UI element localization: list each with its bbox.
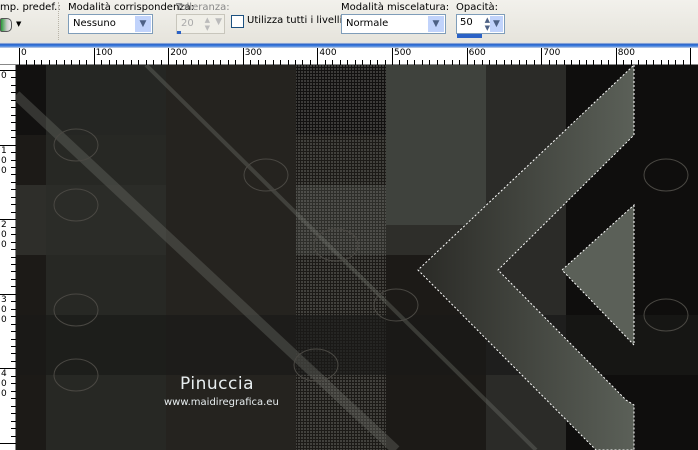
ruler-tick — [0, 443, 16, 444]
preset-label: mp. predef.: — [0, 2, 61, 13]
ruler-tick — [317, 48, 319, 65]
ruler-label: 300 — [244, 48, 262, 58]
match-mode-select[interactable]: Nessuno ▼ — [68, 14, 153, 34]
ruler-label: 700 — [543, 48, 561, 58]
ruler-tick — [242, 48, 244, 65]
ruler-label: 400 — [319, 48, 337, 58]
ruler-tick — [466, 48, 468, 65]
vertical-ruler: 0 100 200 300 400 — [0, 65, 16, 450]
chevron-down-icon: ▼ — [428, 16, 444, 32]
ruler-label: 800 — [617, 48, 635, 58]
tolerance-value: 20 — [181, 18, 194, 29]
watermark-name: Pinuccia — [180, 374, 254, 394]
ruler-label: 0 — [21, 48, 27, 58]
image-canvas[interactable]: Pinuccia www.maidiregrafica.eu — [16, 65, 698, 450]
watermark-url: www.maidiregrafica.eu — [164, 397, 279, 408]
ruler-label: 200 — [170, 48, 188, 58]
ruler-label: 0 — [1, 71, 7, 81]
chevron-down-icon: ▼ — [16, 20, 22, 28]
ruler-tick — [690, 48, 692, 65]
ruler-label: 500 — [394, 48, 412, 58]
ruler-label: 200 — [1, 220, 7, 251]
use-all-layers-checkbox[interactable] — [231, 15, 244, 28]
tolerance-label: Tolleranza: — [176, 2, 230, 13]
ruler-tick — [168, 48, 170, 65]
blend-mode-select[interactable]: Normale ▼ — [341, 14, 446, 34]
preset-button[interactable]: ▼ — [0, 18, 28, 36]
ruler-tick — [392, 48, 393, 65]
use-all-layers-label: Utilizza tutti i livelli — [247, 15, 343, 26]
match-mode-value: Nessuno — [73, 18, 116, 29]
spinner-icon[interactable]: ▲ ▼ — [205, 16, 210, 32]
preset-icon — [0, 18, 12, 32]
opacity-label: Opacità: — [456, 2, 499, 13]
opacity-value: 50 — [460, 17, 473, 28]
blend-mode-label: Modalità miscelatura: — [341, 2, 450, 13]
tolerance-input[interactable]: 20 ▲ ▼ ▼ — [176, 14, 225, 34]
chevron-down-icon[interactable]: ▼ — [490, 16, 503, 32]
ruler-tick — [541, 48, 543, 65]
ruler-label: 300 — [1, 294, 7, 325]
ruler-label: 100 — [95, 48, 113, 58]
ruler-tick — [93, 48, 95, 65]
toolbar: mp. predef.: ▼ Modalità corrispondenza: … — [0, 0, 698, 42]
ruler-tick — [19, 48, 20, 65]
ruler-tick — [615, 48, 617, 65]
chevron-down-icon[interactable]: ▼ — [215, 17, 222, 27]
blend-mode-value: Normale — [346, 18, 389, 29]
chevron-down-icon: ▼ — [135, 16, 151, 32]
ruler-label: 400 — [1, 369, 7, 400]
ruler-label: 100 — [1, 145, 7, 176]
ruler-label: 600 — [468, 48, 486, 58]
canvas-artwork — [16, 65, 698, 450]
opacity-slider[interactable] — [457, 34, 482, 38]
horizontal-ruler: 0 100 200 300 400 500 600 700 800 — [0, 48, 698, 65]
opacity-input[interactable]: 50 ▲ ▼ ▼ — [456, 14, 505, 38]
